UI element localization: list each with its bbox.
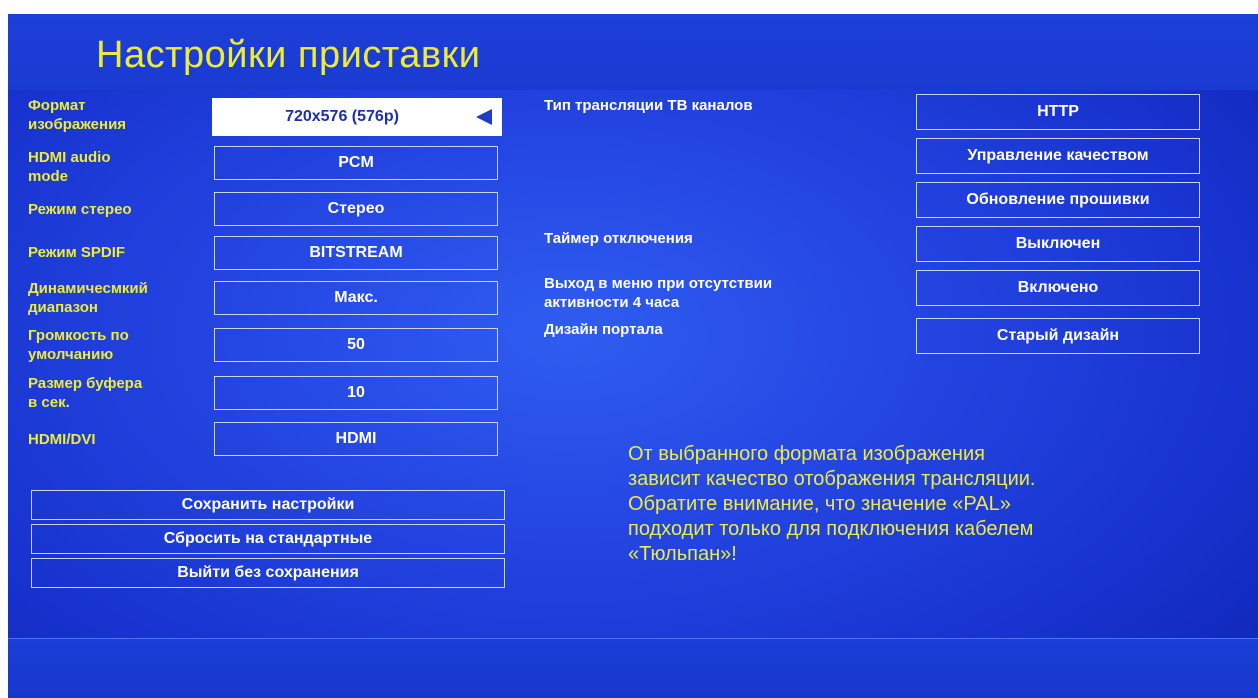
- label-sleep-timer: Таймер отключения: [544, 230, 693, 247]
- hdmi-audio-mode-select[interactable]: PCM: [214, 146, 498, 180]
- hint-text: От выбранного формата изображения зависи…: [628, 443, 1036, 565]
- page-title: Настройки приставки: [96, 34, 481, 76]
- label-inactivity-exit: Выход в меню при отсутствии активности 4 …: [544, 275, 773, 311]
- label-dynamic-range: Динамичесмкий диапазон: [28, 280, 148, 316]
- reset-defaults-button[interactable]: Сбросить на стандартные: [31, 524, 505, 554]
- firmware-update-button[interactable]: Обновление прошивки: [916, 182, 1200, 218]
- default-volume-select[interactable]: 50: [214, 328, 498, 362]
- stereo-mode-select[interactable]: Стерео: [214, 192, 498, 226]
- settings-screen: Настройки приставки Формат изображения 72…: [8, 14, 1258, 698]
- label-stereo-mode: Режим стерео: [28, 201, 132, 218]
- spdif-mode-select[interactable]: BITSTREAM: [214, 236, 498, 270]
- inactivity-exit-select[interactable]: Включено: [916, 270, 1200, 306]
- tv-broadcast-type-select[interactable]: HTTP: [916, 94, 1200, 130]
- image-format-select[interactable]: 720x576 (576p): [212, 98, 502, 136]
- label-image-format: Формат изображения: [28, 97, 127, 133]
- label-hdmi-dvi: HDMI/DVI: [28, 431, 96, 448]
- arrow-left-icon: [476, 109, 492, 125]
- exit-without-saving-button[interactable]: Выйти без сохранения: [31, 558, 505, 588]
- label-tv-broadcast-type: Тип трансляции ТВ каналов: [544, 97, 753, 114]
- title-bar: Настройки приставки: [8, 14, 1258, 90]
- portal-design-select[interactable]: Старый дизайн: [916, 318, 1200, 354]
- buffer-size-select[interactable]: 10: [214, 376, 498, 410]
- sleep-timer-select[interactable]: Выключен: [916, 226, 1200, 262]
- label-hdmi-audio-mode: HDMI audio mode: [28, 149, 111, 185]
- label-portal-design: Дизайн портала: [544, 321, 663, 338]
- label-default-volume: Громкость по умолчанию: [28, 327, 129, 363]
- label-spdif-mode: Режим SPDIF: [28, 244, 126, 261]
- hdmi-dvi-select[interactable]: HDMI: [214, 422, 498, 456]
- label-buffer-size: Размер буфера в сек.: [28, 375, 143, 411]
- bottom-bar: [8, 638, 1258, 698]
- dynamic-range-select[interactable]: Макс.: [214, 281, 498, 315]
- save-settings-button[interactable]: Сохранить настройки: [31, 490, 505, 520]
- quality-control-button[interactable]: Управление качеством: [916, 138, 1200, 174]
